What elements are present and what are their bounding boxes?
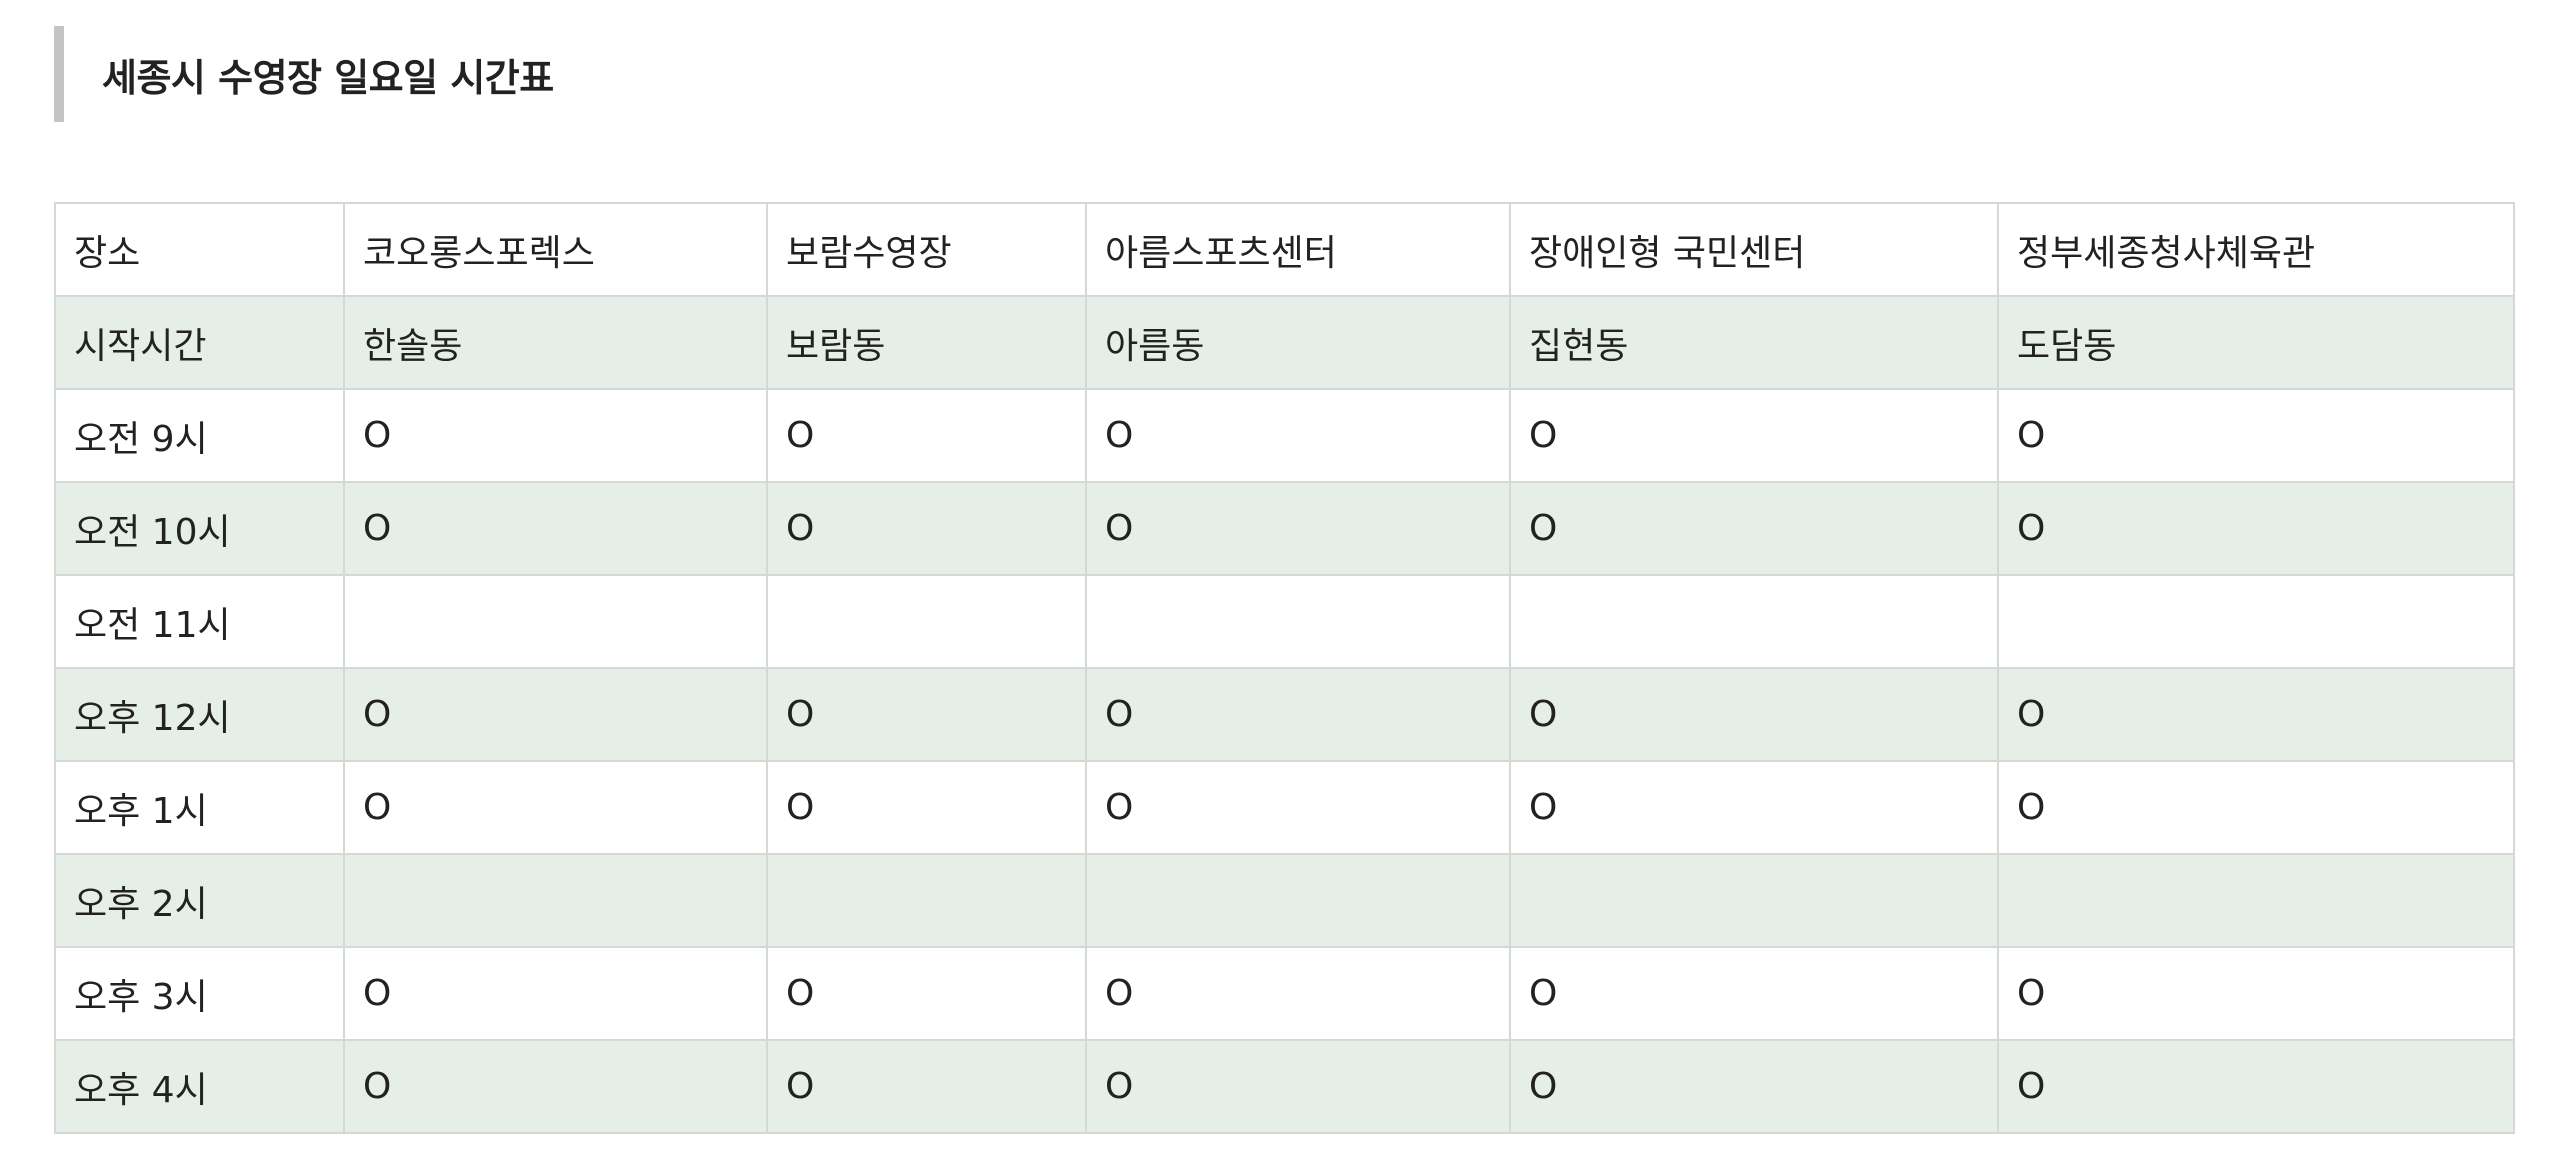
subheader-row: 시작시간 한솔동 보람동 아름동 집현동 도담동 bbox=[54, 295, 2515, 390]
availability-cell bbox=[1997, 853, 2515, 948]
availability-cell bbox=[1509, 853, 1999, 948]
availability-cell: O bbox=[766, 667, 1087, 762]
table-row: 오전 11시 bbox=[54, 574, 2515, 669]
availability-cell: O bbox=[766, 388, 1087, 483]
availability-cell: O bbox=[1509, 481, 1999, 576]
header-row: 장소 코오롱스포렉스 보람수영장 아름스포츠센터 장애인형 국민센터 정부세종청사체육관 bbox=[54, 202, 2515, 297]
availability-cell: O bbox=[1085, 1039, 1511, 1134]
pool-name-cell: 아름스포츠센터 bbox=[1085, 202, 1511, 297]
district-cell: 보람동 bbox=[766, 295, 1087, 390]
header-label-cell: 장소 bbox=[54, 202, 345, 297]
time-slot-cell: 오후 4시 bbox=[54, 1039, 345, 1134]
district-cell: 집현동 bbox=[1509, 295, 1999, 390]
availability-cell: O bbox=[1085, 481, 1511, 576]
availability-cell bbox=[1509, 574, 1999, 669]
availability-cell: O bbox=[343, 1039, 768, 1134]
availability-cell: O bbox=[343, 667, 768, 762]
table-row: 오후 3시 O O O O O bbox=[54, 946, 2515, 1041]
availability-cell: O bbox=[1085, 667, 1511, 762]
availability-cell: O bbox=[1509, 667, 1999, 762]
availability-cell: O bbox=[343, 760, 768, 855]
start-time-label-cell: 시작시간 bbox=[54, 295, 345, 390]
availability-cell: O bbox=[1997, 946, 2515, 1041]
availability-cell: O bbox=[1997, 1039, 2515, 1134]
time-slot-cell: 오전 9시 bbox=[54, 388, 345, 483]
availability-cell: O bbox=[1085, 388, 1511, 483]
availability-cell: O bbox=[766, 1039, 1087, 1134]
availability-cell: O bbox=[1509, 388, 1999, 483]
pool-name-cell: 코오롱스포렉스 bbox=[343, 202, 768, 297]
availability-cell: O bbox=[766, 946, 1087, 1041]
time-slot-cell: 오전 11시 bbox=[54, 574, 345, 669]
table-row: 오후 1시 O O O O O bbox=[54, 760, 2515, 855]
availability-cell: O bbox=[766, 481, 1087, 576]
availability-cell bbox=[1085, 853, 1511, 948]
table-row: 오후 2시 bbox=[54, 853, 2515, 948]
pool-name-cell: 정부세종청사체육관 bbox=[1997, 202, 2515, 297]
availability-cell bbox=[1085, 574, 1511, 669]
availability-cell: O bbox=[1509, 946, 1999, 1041]
availability-cell bbox=[766, 853, 1087, 948]
availability-cell bbox=[766, 574, 1087, 669]
availability-cell: O bbox=[1997, 667, 2515, 762]
availability-cell: O bbox=[766, 760, 1087, 855]
time-slot-cell: 오후 12시 bbox=[54, 667, 345, 762]
pool-name-cell: 장애인형 국민센터 bbox=[1509, 202, 1999, 297]
page: 세종시 수영장 일요일 시간표 장소 코오롱스포렉스 보람수영장 아름스포츠센터 장애인… bbox=[0, 0, 2559, 1161]
table-row: 오후 4시 O O O O O bbox=[54, 1039, 2515, 1134]
availability-cell: O bbox=[1509, 1039, 1999, 1134]
time-slot-cell: 오전 10시 bbox=[54, 481, 345, 576]
availability-cell bbox=[343, 853, 768, 948]
availability-cell: O bbox=[1085, 760, 1511, 855]
availability-cell: O bbox=[1997, 760, 2515, 855]
availability-cell: O bbox=[1997, 388, 2515, 483]
availability-cell: O bbox=[1997, 481, 2515, 576]
time-slot-cell: 오후 1시 bbox=[54, 760, 345, 855]
table-row: 오전 9시 O O O O O bbox=[54, 388, 2515, 483]
availability-cell bbox=[1997, 574, 2515, 669]
district-cell: 한솔동 bbox=[343, 295, 768, 390]
time-slot-cell: 오후 3시 bbox=[54, 946, 345, 1041]
availability-cell: O bbox=[343, 481, 768, 576]
section-heading: 세종시 수영장 일요일 시간표 bbox=[54, 26, 554, 122]
availability-cell: O bbox=[343, 388, 768, 483]
availability-cell bbox=[343, 574, 768, 669]
pool-name-cell: 보람수영장 bbox=[766, 202, 1087, 297]
page-title: 세종시 수영장 일요일 시간표 bbox=[102, 55, 554, 100]
availability-cell: O bbox=[343, 946, 768, 1041]
swimming-pool-schedule-table: 장소 코오롱스포렉스 보람수영장 아름스포츠센터 장애인형 국민센터 정부세종청사체육관 시… bbox=[54, 202, 2515, 1134]
district-cell: 도담동 bbox=[1997, 295, 2515, 390]
availability-cell: O bbox=[1509, 760, 1999, 855]
availability-cell: O bbox=[1085, 946, 1511, 1041]
table-row: 오후 12시 O O O O O bbox=[54, 667, 2515, 762]
time-slot-cell: 오후 2시 bbox=[54, 853, 345, 948]
table-row: 오전 10시 O O O O O bbox=[54, 481, 2515, 576]
table-body: 장소 코오롱스포렉스 보람수영장 아름스포츠센터 장애인형 국민센터 정부세종청사체육관 시… bbox=[54, 202, 2515, 1134]
district-cell: 아름동 bbox=[1085, 295, 1511, 390]
